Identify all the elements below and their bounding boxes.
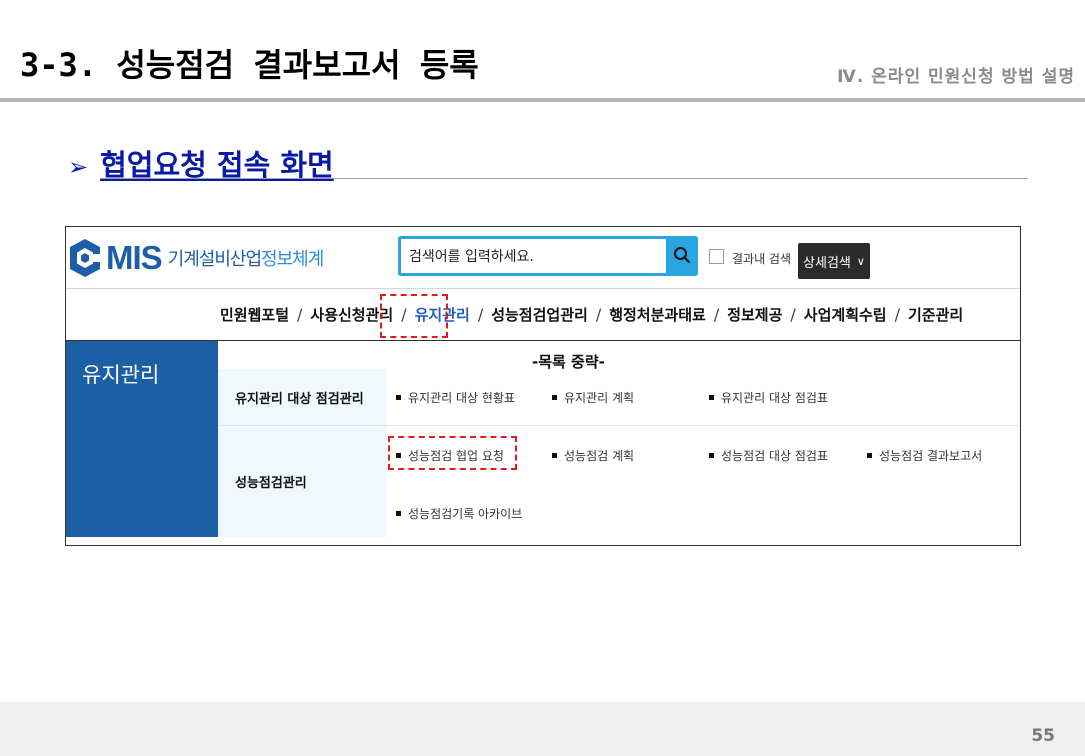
search-box — [398, 236, 698, 276]
menu-highlight-box — [380, 294, 448, 338]
list-item-label: 유지관리 대상 현황표 — [408, 391, 515, 405]
footer-bar — [0, 702, 1085, 756]
row-label-performance-inspection: 성능점검관리 — [218, 426, 387, 537]
menu-separator: / — [297, 305, 303, 324]
list-item[interactable]: 성능점검 결과보고서 — [867, 447, 982, 464]
list-item-label: 성능점검 결과보고서 — [879, 449, 983, 463]
sub-heading-divider — [100, 178, 1028, 179]
menu-item-business-plan[interactable]: 사업계획수립 — [804, 304, 887, 325]
menu-item-portal[interactable]: 민원웹포털 — [220, 304, 289, 325]
menu-separator: / — [595, 305, 602, 324]
list-item[interactable]: 유지관리 대상 현황표 — [396, 389, 515, 406]
list-item[interactable]: 성능점검 대상 점검표 — [709, 447, 828, 464]
site-logo[interactable]: MIS 기계설비산업 정보체계 — [66, 231, 324, 285]
bullet-icon — [709, 453, 714, 458]
bullet-icon — [709, 395, 714, 400]
site-header: MIS 기계설비산업 정보체계 결과내 검색 상세검색 ∨ — [66, 227, 1020, 289]
menu-separator: / — [477, 305, 484, 324]
menu-separator: / — [790, 305, 796, 324]
section-label: Ⅳ. 온라인 민원신청 방법 설명 — [837, 67, 1075, 87]
list-item-label: 유지관리 대상 점검표 — [721, 391, 828, 405]
list-item[interactable]: 성능점검 계획 — [552, 447, 634, 464]
main-menu-bar: 민원웹포털 / 사용신청관리 / 유지관리 / 성능점검업관리 / 행정처분과태… — [66, 289, 1020, 341]
mis-logo-icon — [70, 239, 102, 277]
arrow-icon: ➢ — [68, 153, 89, 181]
category-title: 유지관리 — [82, 363, 160, 387]
search-button[interactable] — [666, 236, 698, 276]
top-divider — [0, 98, 1085, 102]
search-icon — [674, 247, 691, 264]
logo-sub-text-2: 정보체계 — [261, 249, 324, 270]
category-sidebar: 유지관리 — [66, 341, 218, 537]
bullet-icon — [396, 511, 401, 516]
bullet-icon — [396, 395, 401, 400]
advanced-search-button[interactable]: 상세검색 ∨ — [798, 243, 870, 279]
menu-item-information[interactable]: 정보제공 — [727, 304, 782, 325]
in-result-label: 결과내 검색 — [732, 252, 792, 266]
list-item-label: 성능점검 계획 — [564, 449, 635, 463]
menu-item-inspection-business[interactable]: 성능점검업관리 — [491, 304, 588, 325]
main-menu: 민원웹포털 / 사용신청관리 / 유지관리 / 성능점검업관리 / 행정처분과태… — [220, 304, 963, 325]
list-item[interactable]: 유지관리 대상 점검표 — [709, 389, 828, 406]
logo-main-text: MIS — [106, 239, 163, 276]
in-result-checkbox[interactable] — [709, 249, 724, 264]
menu-item-administrative[interactable]: 행정처분과태료 — [609, 304, 706, 325]
list-item[interactable]: 유지관리 계획 — [552, 389, 634, 406]
screenshot-panel: MIS 기계설비산업 정보체계 결과내 검색 상세검색 ∨ 민원웹포털 / 사용… — [65, 226, 1021, 546]
bullet-icon — [552, 453, 557, 458]
menu-item-standards[interactable]: 기준관리 — [908, 304, 963, 325]
search-input[interactable] — [409, 246, 659, 268]
menu-separator: / — [713, 305, 720, 324]
page-number: 55 — [1031, 726, 1055, 746]
list-item[interactable]: 성능점검기록 아카이브 — [396, 505, 522, 522]
list-item-label: 유지관리 계획 — [564, 391, 635, 405]
menu-separator: / — [894, 305, 900, 324]
list-item-label: 성능점검기록 아카이브 — [408, 507, 523, 521]
bullet-icon — [552, 395, 557, 400]
slide-title: 3-3. 성능점검 결과보고서 등록 — [20, 46, 479, 84]
item-highlight-box — [388, 436, 517, 470]
chevron-down-icon: ∨ — [856, 254, 865, 268]
row-label-maintenance-target: 유지관리 대상 점검관리 — [218, 369, 387, 425]
bullet-icon — [867, 453, 872, 458]
omitted-note: -목록 중략- — [532, 353, 605, 371]
advanced-search-label: 상세검색 — [803, 255, 851, 271]
logo-sub-text-1: 기계설비산업 — [167, 249, 262, 270]
list-item-label: 성능점검 대상 점검표 — [721, 449, 828, 463]
